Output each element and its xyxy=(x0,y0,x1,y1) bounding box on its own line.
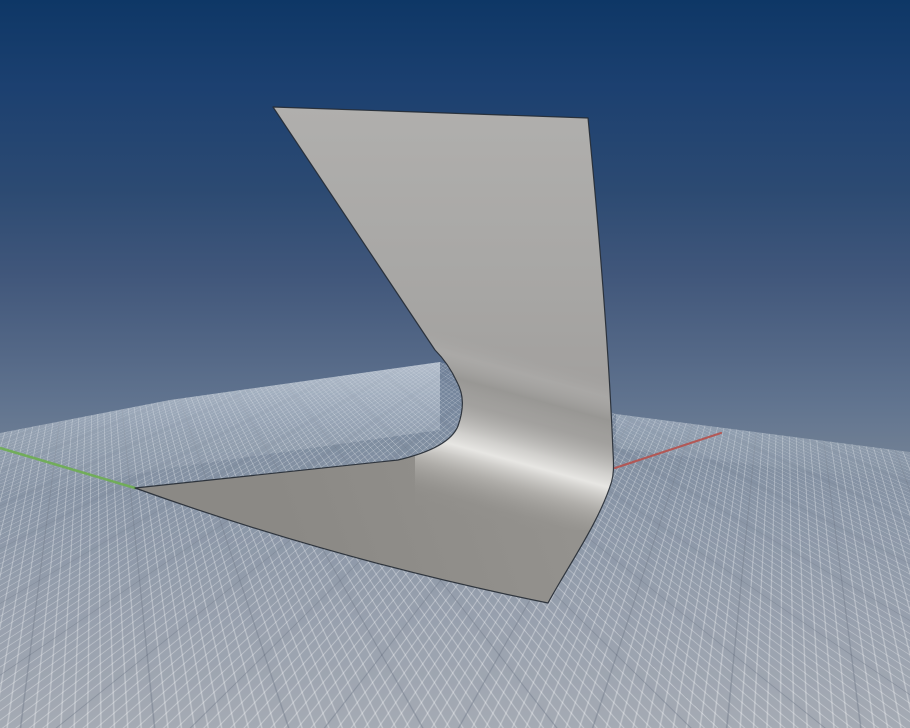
3d-viewport[interactable] xyxy=(0,0,910,728)
horizon-glow-right xyxy=(616,414,910,484)
sheet-bend-highlight xyxy=(415,325,625,530)
bent-sheet-object[interactable] xyxy=(135,107,625,603)
scene-overlay xyxy=(0,0,910,728)
